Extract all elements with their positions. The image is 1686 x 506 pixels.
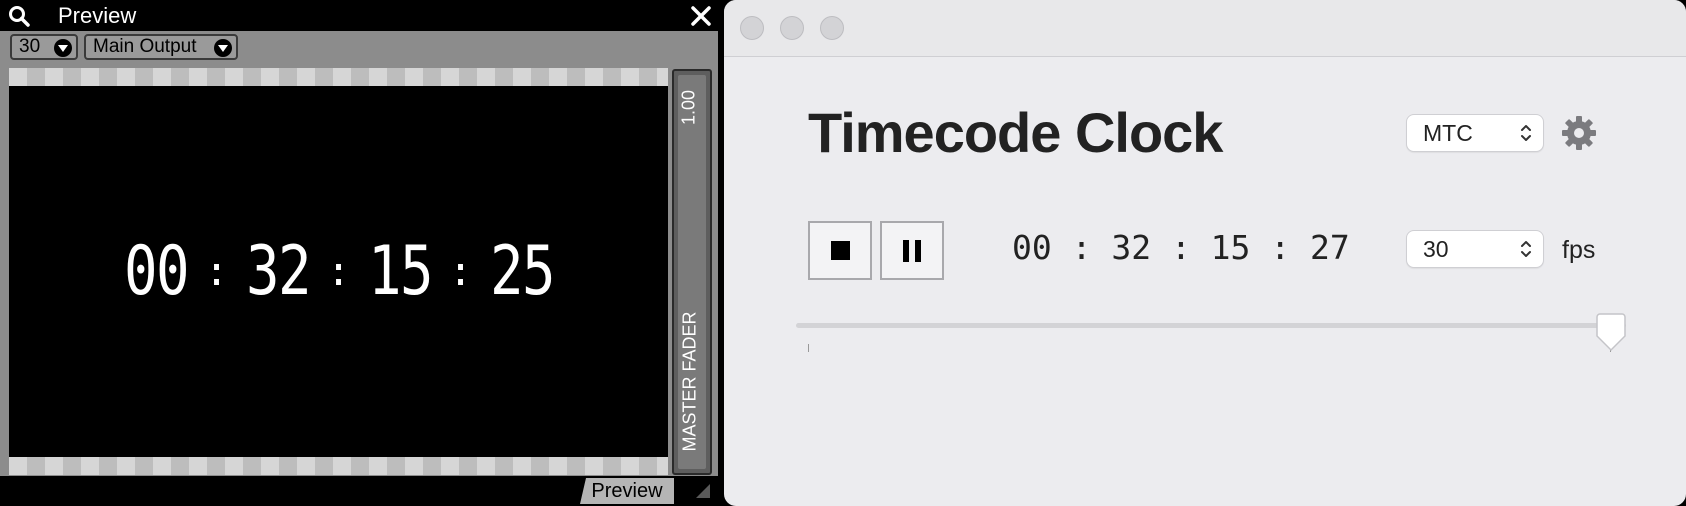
stop-button[interactable] — [808, 221, 872, 280]
dropdown-triangle-icon — [214, 39, 232, 57]
screen-separator: : — [448, 248, 473, 295]
stop-icon — [831, 241, 850, 260]
timecode-readout: 00 : 32 : 15 : 27 — [1012, 228, 1350, 267]
preview-toolbar: 30 Main Output — [0, 31, 718, 66]
preview-screen: 00 : 32 : 15 : 25 — [9, 86, 668, 457]
window-titlebar — [724, 0, 1686, 57]
output-dropdown[interactable]: Main Output — [84, 34, 238, 60]
checker-border-top — [9, 68, 668, 86]
preview-titlebar: Preview — [0, 0, 718, 31]
screen-frames: 25 — [489, 232, 556, 311]
mode-select-value: MTC — [1423, 120, 1473, 146]
resize-corner-icon[interactable] — [696, 484, 710, 498]
preview-stage: 00 : 32 : 15 : 25 1.00 MASTER FADER — [0, 66, 718, 476]
fader-value: 1.00 — [678, 89, 699, 126]
screen-minutes: 32 — [245, 232, 312, 311]
dropdown-triangle-icon — [54, 39, 72, 57]
slider-tick-start — [808, 344, 809, 352]
search-icon[interactable] — [8, 5, 30, 27]
screen-timecode: 00 : 32 : 15 : 25 — [9, 86, 668, 457]
fps-dropdown-label: 30 — [19, 36, 41, 57]
screen-hours: 00 — [123, 232, 190, 311]
preview-panel: Preview 30 Main Output 00 : 32 : 15 : 25 — [0, 0, 718, 506]
close-icon[interactable] — [690, 5, 712, 27]
master-fader[interactable]: 1.00 MASTER FADER — [672, 69, 712, 475]
pause-icon — [903, 240, 923, 262]
frame-rate-select-value: 30 — [1423, 236, 1449, 262]
fader-label: MASTER FADER — [679, 311, 700, 452]
fps-label: fps — [1562, 236, 1596, 264]
chevron-updown-icon — [1521, 241, 1531, 257]
gear-icon[interactable] — [1560, 114, 1598, 152]
window-close-button[interactable] — [740, 16, 764, 40]
screen-seconds: 15 — [367, 232, 434, 311]
preview-title: Preview — [58, 3, 137, 28]
pause-button[interactable] — [880, 221, 944, 280]
timecode-slider[interactable] — [796, 300, 1626, 360]
window-zoom-button[interactable] — [820, 16, 844, 40]
page-title: Timecode Clock — [808, 101, 1223, 164]
slider-track — [796, 323, 1626, 328]
mode-select[interactable]: MTC — [1406, 114, 1544, 152]
tab-preview[interactable]: Preview — [580, 478, 674, 504]
screen-separator: : — [204, 248, 229, 295]
preview-bottom-bar: Preview — [0, 476, 718, 506]
frame-rate-select[interactable]: 30 — [1406, 230, 1544, 268]
output-dropdown-label: Main Output — [93, 36, 197, 57]
timecode-window: Timecode Clock MTC 00 : 32 : 15 : 27 30 — [724, 0, 1686, 506]
fps-dropdown[interactable]: 30 — [10, 34, 78, 60]
screen-separator: : — [326, 248, 351, 295]
chevron-updown-icon — [1521, 125, 1531, 141]
window-minimize-button[interactable] — [780, 16, 804, 40]
checker-border-bottom — [9, 457, 668, 475]
slider-thumb[interactable] — [1596, 312, 1626, 352]
